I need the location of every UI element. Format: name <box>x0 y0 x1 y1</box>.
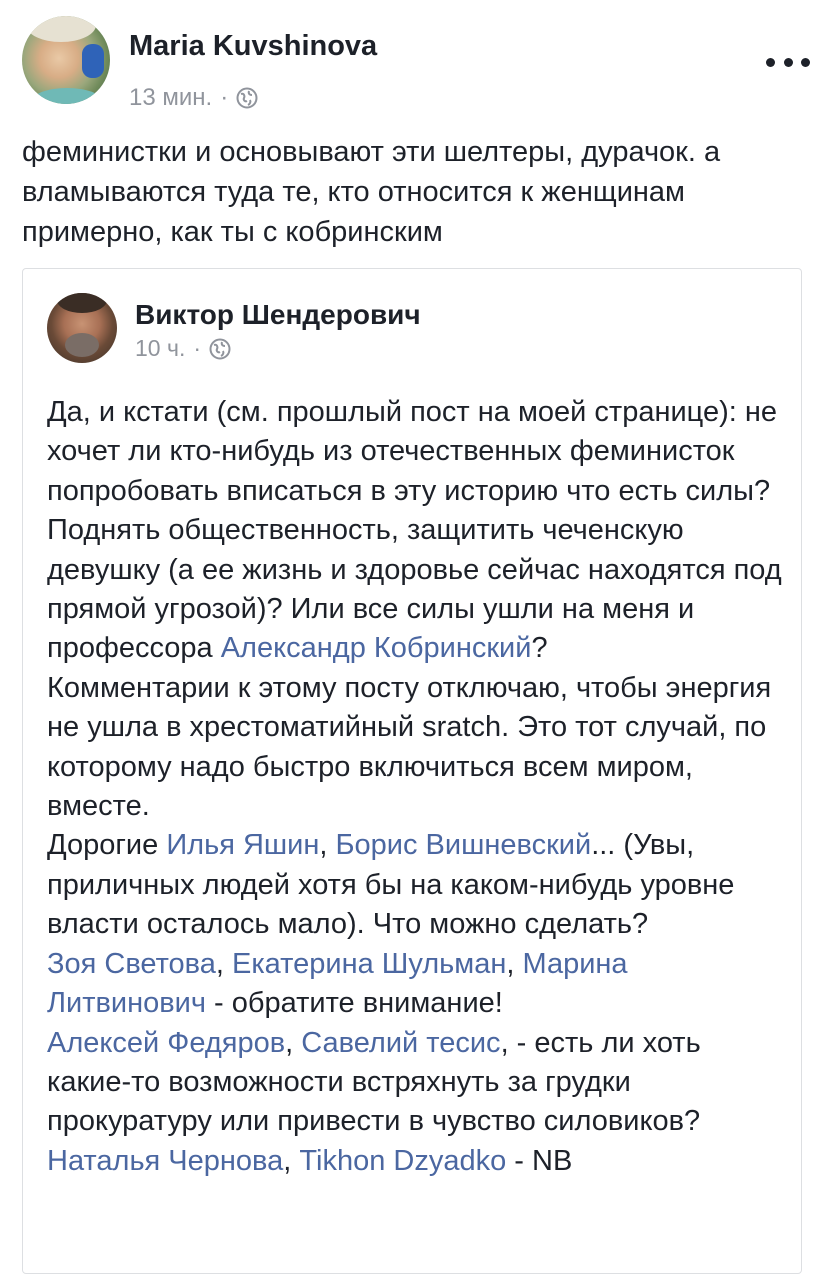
post-meta: 13 мин. · <box>129 84 258 112</box>
facebook-post: Maria Kuvshinova 13 мин. · феминистки и … <box>0 0 824 1280</box>
post-text-run: , <box>285 1026 302 1059</box>
post-text-run: ? <box>531 632 548 665</box>
more-options-icon[interactable] <box>766 50 810 74</box>
post-text-run: - обратите внимание! <box>205 987 503 1020</box>
mention-link[interactable]: Алексей Федяров <box>47 1027 285 1059</box>
shared-post-text: Да, и кстати (см. прошлый пост на моей с… <box>47 393 787 1181</box>
mention-link[interactable]: Александр Кобринский <box>221 632 532 664</box>
author-avatar[interactable] <box>22 16 110 104</box>
author-name[interactable]: Maria Kuvshinova <box>129 30 377 63</box>
globe-icon <box>236 87 258 109</box>
post-time[interactable]: 13 мин. <box>129 84 212 112</box>
mention-link[interactable]: Наталья Чернова <box>47 1145 283 1177</box>
mention-link[interactable]: Екатерина Шульман <box>232 948 506 980</box>
mention-link[interactable]: Зоя Светова <box>47 948 216 980</box>
globe-icon <box>209 338 231 359</box>
post-text-run: Комментарии к этому посту отключаю, чтоб… <box>47 671 772 823</box>
shared-author-avatar[interactable] <box>47 293 117 363</box>
post-header: Maria Kuvshinova 13 мин. · <box>22 16 812 111</box>
meta-separator: · <box>193 335 202 361</box>
shared-post-meta: 10 ч. · <box>135 335 231 362</box>
post-text-run: Да, и кстати (см. прошлый пост на моей с… <box>47 396 782 665</box>
mention-link[interactable]: Илья Яшин <box>166 829 319 861</box>
shared-post-card[interactable]: Виктор Шендерович 10 ч. · Да, и кстати (… <box>22 268 802 1274</box>
post-text-run: , <box>283 1144 300 1177</box>
meta-separator: · <box>220 84 229 111</box>
shared-author-name[interactable]: Виктор Шендерович <box>135 299 421 331</box>
mention-link[interactable]: Савелий тесис <box>301 1027 500 1059</box>
post-text: феминистки и основывают эти шелтеры, дур… <box>22 136 721 248</box>
mention-link[interactable]: Борис Вишневский <box>336 829 592 861</box>
post-text-run: Дорогие <box>47 829 167 862</box>
post-text-run: , <box>215 947 233 980</box>
post-text-run: - NB <box>506 1144 573 1177</box>
post-text-run: , <box>506 947 523 980</box>
shared-post-time[interactable]: 10 ч. <box>135 335 185 362</box>
mention-link[interactable]: Tikhon Dzyadko <box>299 1145 506 1177</box>
post-text-run: , <box>319 829 336 862</box>
